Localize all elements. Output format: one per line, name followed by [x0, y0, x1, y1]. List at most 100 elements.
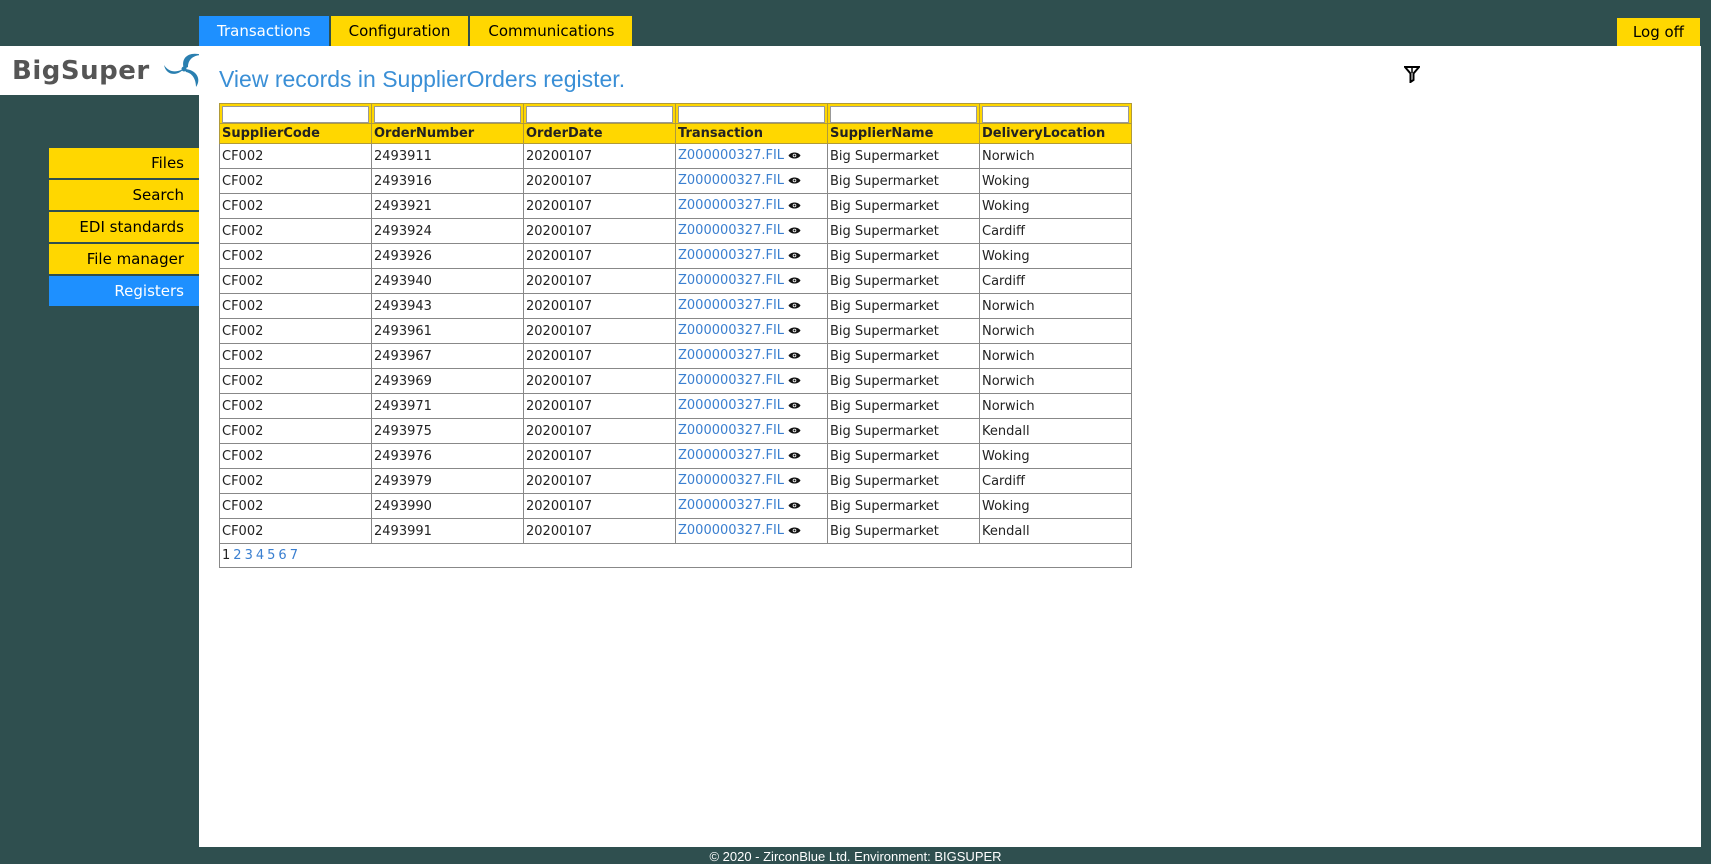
table-row: CF002 2493990 20200107 Z000000327.FIL Big Su…: [219, 493, 1132, 519]
eye-icon[interactable]: [788, 274, 801, 289]
filter-input-orderdate[interactable]: [526, 106, 673, 123]
table-cell: 20200107: [523, 268, 676, 294]
table-body: CF002 2493911 20200107 Z000000327.FIL Big Su…: [219, 143, 1132, 544]
transaction-link[interactable]: Z000000327.FIL: [678, 523, 784, 538]
transaction-cell: Z000000327.FIL: [675, 418, 828, 444]
table-cell: Big Supermarket: [827, 143, 980, 169]
transaction-link[interactable]: Z000000327.FIL: [678, 348, 784, 363]
table-cell: 20200107: [523, 343, 676, 369]
column-header[interactable]: OrderDate: [523, 123, 676, 144]
sidebar-item-registers[interactable]: Registers: [49, 276, 199, 306]
table-cell: 20200107: [523, 218, 676, 244]
logoff-button[interactable]: Log off: [1616, 18, 1700, 46]
column-header[interactable]: Transaction: [675, 123, 828, 144]
transaction-link[interactable]: Z000000327.FIL: [678, 498, 784, 513]
page-link[interactable]: 3: [245, 548, 253, 563]
sidebar-item-edi-standards[interactable]: EDI standards: [49, 212, 199, 242]
filter-input-suppliername[interactable]: [830, 106, 977, 123]
transaction-link[interactable]: Z000000327.FIL: [678, 173, 784, 188]
eye-icon[interactable]: [788, 299, 801, 314]
transaction-cell: Z000000327.FIL: [675, 368, 828, 394]
column-header[interactable]: DeliveryLocation: [979, 123, 1132, 144]
tab-communications[interactable]: Communications: [470, 16, 633, 46]
column-header[interactable]: SupplierCode: [219, 123, 372, 144]
table-cell: CF002: [219, 168, 372, 194]
filter-input-deliverylocation[interactable]: [982, 106, 1129, 123]
column-header[interactable]: OrderNumber: [371, 123, 524, 144]
eye-icon[interactable]: [788, 474, 801, 489]
transaction-cell: Z000000327.FIL: [675, 168, 828, 194]
tab-configuration[interactable]: Configuration: [330, 16, 469, 46]
table-cell: CF002: [219, 518, 372, 544]
eye-icon[interactable]: [788, 149, 801, 164]
transaction-link[interactable]: Z000000327.FIL: [678, 423, 784, 438]
table-cell: 2493916: [371, 168, 524, 194]
table-cell: Norwich: [979, 343, 1132, 369]
table-cell: Cardiff: [979, 218, 1132, 244]
transaction-link[interactable]: Z000000327.FIL: [678, 273, 784, 288]
table-cell: Norwich: [979, 368, 1132, 394]
eye-icon[interactable]: [788, 399, 801, 414]
transaction-link[interactable]: Z000000327.FIL: [678, 323, 784, 338]
table-cell: CF002: [219, 493, 372, 519]
eye-icon[interactable]: [788, 449, 801, 464]
sidebar-item-files[interactable]: Files: [49, 148, 199, 178]
table-cell: 20200107: [523, 368, 676, 394]
logo: BigSuper: [0, 46, 202, 95]
transaction-link[interactable]: Z000000327.FIL: [678, 473, 784, 488]
page-link[interactable]: 5: [267, 548, 275, 563]
table-cell: CF002: [219, 468, 372, 494]
transaction-link[interactable]: Z000000327.FIL: [678, 373, 784, 388]
top-tabs: Transactions Configuration Communication…: [199, 16, 634, 46]
eye-icon[interactable]: [788, 349, 801, 364]
table-cell: 2493971: [371, 393, 524, 419]
filter-input-suppliercode[interactable]: [222, 106, 369, 123]
filter-input-ordernumber[interactable]: [374, 106, 521, 123]
transaction-link[interactable]: Z000000327.FIL: [678, 298, 784, 313]
table-cell: Big Supermarket: [827, 393, 980, 419]
eye-icon[interactable]: [788, 199, 801, 214]
eye-icon[interactable]: [788, 499, 801, 514]
transaction-link[interactable]: Z000000327.FIL: [678, 398, 784, 413]
table-cell: 2493979: [371, 468, 524, 494]
table-cell: 2493967: [371, 343, 524, 369]
transaction-cell: Z000000327.FIL: [675, 268, 828, 294]
table-cell: Norwich: [979, 293, 1132, 319]
eye-icon[interactable]: [788, 174, 801, 189]
tab-transactions[interactable]: Transactions: [199, 16, 329, 46]
eye-icon[interactable]: [788, 424, 801, 439]
transaction-link[interactable]: Z000000327.FIL: [678, 448, 784, 463]
eye-icon[interactable]: [788, 324, 801, 339]
page-link[interactable]: 2: [233, 548, 241, 563]
table-row: CF002 2493961 20200107 Z000000327.FIL Big Su…: [219, 318, 1132, 344]
table-row: CF002 2493967 20200107 Z000000327.FIL Big Su…: [219, 343, 1132, 369]
table-cell: Big Supermarket: [827, 268, 980, 294]
table-cell: 20200107: [523, 493, 676, 519]
column-header[interactable]: SupplierName: [827, 123, 980, 144]
page-link[interactable]: 7: [290, 548, 298, 563]
logo-text: BigSuper: [12, 55, 150, 86]
transaction-link[interactable]: Z000000327.FIL: [678, 198, 784, 213]
table-cell: Big Supermarket: [827, 343, 980, 369]
page-link[interactable]: 4: [256, 548, 264, 563]
sidebar-item-search[interactable]: Search: [49, 180, 199, 210]
page-link[interactable]: 6: [278, 548, 286, 563]
filter-input-transaction[interactable]: [678, 106, 825, 123]
transaction-cell: Z000000327.FIL: [675, 393, 828, 419]
transaction-link[interactable]: Z000000327.FIL: [678, 223, 784, 238]
table-cell: Woking: [979, 443, 1132, 469]
table-cell: 20200107: [523, 143, 676, 169]
table-cell: Norwich: [979, 318, 1132, 344]
filter-row: [219, 103, 1132, 124]
table-row: CF002 2493926 20200107 Z000000327.FIL Big Su…: [219, 243, 1132, 269]
eye-icon[interactable]: [788, 249, 801, 264]
eye-icon[interactable]: [788, 374, 801, 389]
eye-icon[interactable]: [788, 524, 801, 539]
transaction-link[interactable]: Z000000327.FIL: [678, 248, 784, 263]
transaction-link[interactable]: Z000000327.FIL: [678, 148, 784, 163]
table-cell: Big Supermarket: [827, 318, 980, 344]
records-table: SupplierCode OrderNumber OrderDate Trans…: [219, 103, 1132, 568]
sidebar-item-file-manager[interactable]: File manager: [49, 244, 199, 274]
eye-icon[interactable]: [788, 224, 801, 239]
filter-icon[interactable]: [1402, 65, 1422, 87]
